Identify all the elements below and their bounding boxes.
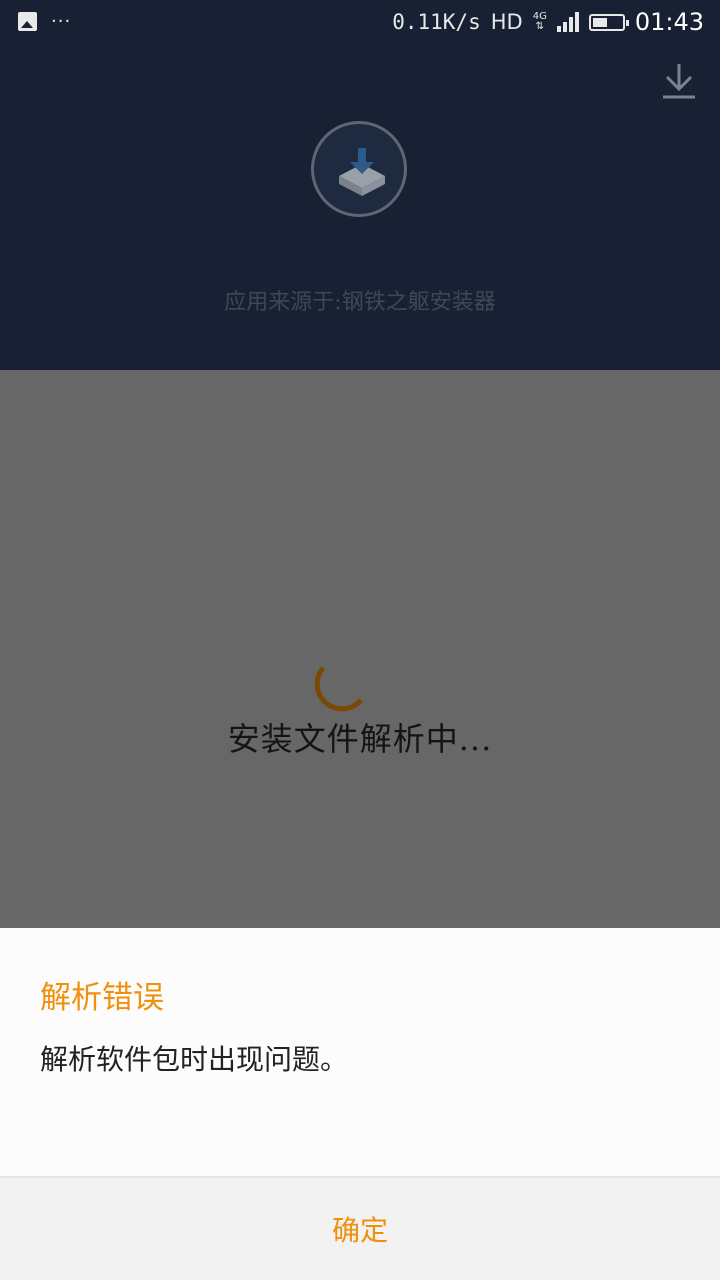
loading-spinner [315,666,363,712]
clock: 01:43 [634,8,704,36]
battery-fill [592,17,607,27]
dialog-title: 解析错误 [40,980,164,1016]
status-bar-left: ··· [18,12,71,31]
dim-overlay [0,370,720,928]
hd-indicator: HD [490,10,523,34]
confirm-button[interactable]: 确定 [0,1178,720,1280]
installer-box-icon [339,148,385,196]
battery-icon [588,13,629,31]
network-speed: 0.11K/s [392,10,481,34]
status-bar-right: 0.11K/s HD 4G ⇅ 01:43 [392,8,704,36]
status-bar: ··· 0.11K/s HD 4G ⇅ 01:43 [0,0,720,48]
header: ··· 0.11K/s HD 4G ⇅ 01:43 应用来源于:钢铁之躯安装器 [0,0,720,370]
error-dialog: 解析错误 解析软件包时出现问题。 确定 [0,928,720,1280]
gallery-icon [18,12,37,31]
app-source-label: 应用来源于:钢铁之躯安装器 [224,290,496,315]
data-arrows-icon: ⇅ [535,21,544,32]
network-type: 4G ⇅ [533,12,547,32]
signal-icon [556,12,579,32]
parsing-status-text: 安装文件解析中... [227,720,493,758]
installer-app-icon [311,121,407,217]
more-dots-icon: ··· [51,10,72,32]
dialog-message: 解析软件包时出现问题。 [40,1043,349,1076]
download-icon[interactable] [662,62,696,100]
